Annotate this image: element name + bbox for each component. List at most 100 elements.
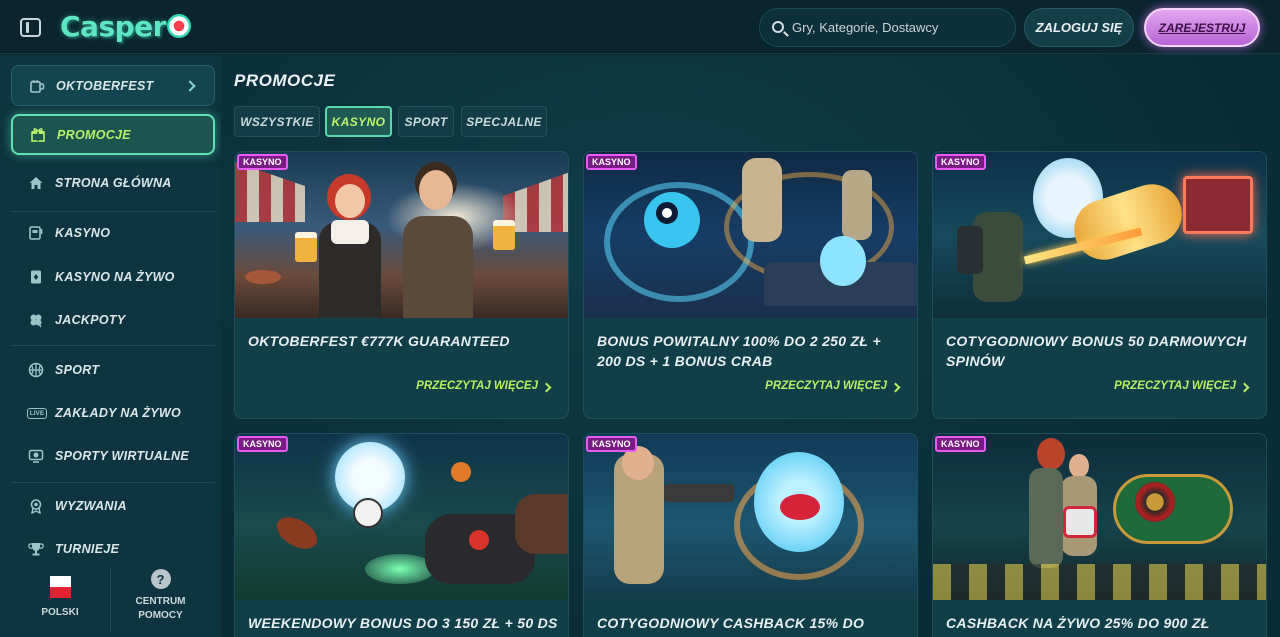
promo-title: BONUS POWITALNY 100% DO 2 250 ZŁ + 200 D…: [597, 333, 881, 369]
register-button[interactable]: ZAREJESTRUJ: [1144, 8, 1260, 47]
sidebar-item-jackpoty[interactable]: JACKPOTY: [11, 300, 215, 340]
promo-title: CASHBACK NA ŻYWO 25% DO 900 ZŁ: [946, 615, 1210, 631]
chevron-right-icon: [184, 79, 196, 92]
ghostbuster-figure: [742, 158, 782, 242]
beer-mug: [295, 232, 317, 262]
promo-image-live-cashback[interactable]: KASYNO: [933, 434, 1266, 600]
login-button[interactable]: ZALOGUJ SIĘ: [1024, 8, 1134, 47]
promo-card[interactable]: KASYNO BONUS POWITALNY 100% DO 2 250 ZŁ …: [583, 151, 918, 419]
woman-face: [335, 184, 365, 218]
help-center-link[interactable]: ? CENTRUM POMOCY: [110, 567, 210, 633]
beer-icon: [29, 78, 45, 94]
sidebar-item-wyzwania[interactable]: WYZWANIA: [11, 486, 215, 526]
slot-machine-icon: [28, 225, 44, 241]
virtual-ball-icon: [28, 448, 44, 464]
badge-icon: [28, 498, 44, 514]
proton-pack: [957, 226, 983, 274]
sidebar-item-label: SPORTY WIRTUALNE: [55, 449, 189, 463]
poland-flag-icon: [49, 576, 71, 598]
logo-ghost-icon: [166, 14, 191, 38]
casper-logo[interactable]: Casper: [60, 10, 191, 44]
proton-gun: [664, 484, 734, 502]
help-center-label-line2: POMOCY: [138, 610, 183, 621]
top-header: Casper ZALOGUJ SIĘ ZAREJESTRUJ: [0, 0, 1280, 54]
read-more-link[interactable]: PRZECZYTAJ WIĘCEJ: [765, 380, 887, 392]
category-badge: KASYNO: [935, 436, 986, 452]
woman-blouse: [331, 220, 369, 244]
category-badge: KASYNO: [237, 154, 288, 170]
sidebar-item-strona-glowna[interactable]: STRONA GŁÓWNA: [11, 163, 215, 203]
sidebar-item-oktoberfest[interactable]: OKTOBERFEST: [11, 65, 215, 106]
promo-title: COTYGODNIOWY CASHBACK 15% DO: [597, 615, 865, 631]
question-icon: ?: [150, 569, 171, 589]
clover-icon: [28, 312, 44, 328]
pretzel-bowl: [245, 270, 281, 284]
sidebar-item-promocje[interactable]: PROMOCJE: [11, 114, 215, 155]
promo-image-welcome-bonus[interactable]: KASYNO: [584, 152, 917, 318]
sidebar-item-sporty-wirtualne[interactable]: SPORTY WIRTUALNE: [11, 436, 215, 476]
card-icon: [28, 269, 44, 285]
sidebar-item-kasyno[interactable]: KASYNO: [11, 213, 215, 253]
roulette-wheel: [1135, 482, 1175, 522]
read-more-link[interactable]: PRZECZYTAJ WIĘCEJ: [416, 380, 538, 392]
logo-text: Casper: [60, 10, 166, 43]
sidebar-item-kasyno-na-zywo[interactable]: KASYNO NA ŻYWO: [11, 257, 215, 297]
basketball-icon: [28, 362, 44, 378]
small-ghost: [820, 236, 866, 286]
sidebar-item-turnieje[interactable]: TURNIEJE: [11, 529, 215, 569]
promo-title: COTYGODNIOWY BONUS 50 DARMOWYCH SPINÓW: [946, 333, 1247, 369]
man-face: [419, 170, 453, 210]
monster-eye: [656, 202, 678, 224]
striped-awning: [235, 162, 305, 222]
sidebar-toggle-icon[interactable]: [20, 18, 41, 37]
promo-card[interactable]: KASYNO WEEKENDOWY BONUS DO 3 150 ZŁ + 50…: [234, 433, 569, 637]
promo-card[interactable]: KASYNO CASHBACK NA ŻYWO 25% DO 900 ZŁ: [932, 433, 1267, 637]
home-icon: [28, 175, 44, 191]
promo-image-free-spins[interactable]: KASYNO: [933, 152, 1266, 318]
sidebar-item-sport[interactable]: SPORT: [11, 350, 215, 390]
american-football: [271, 510, 323, 556]
chevron-right-icon: [1239, 382, 1250, 393]
tab-specjalne[interactable]: SPECJALNE: [461, 106, 547, 137]
sidebar-item-label: KASYNO NA ŻYWO: [55, 270, 175, 284]
woman-figure: [1029, 468, 1063, 568]
sidebar-item-label: OKTOBERFEST: [56, 78, 154, 93]
sidebar-divider: [11, 345, 215, 346]
gift-icon: [30, 127, 46, 143]
beer-mug: [493, 220, 515, 250]
search-bar[interactable]: [759, 8, 1016, 47]
chevron-right-icon: [541, 382, 552, 393]
tab-sport[interactable]: SPORT: [398, 106, 454, 137]
sidebar-divider: [11, 211, 215, 212]
sidebar-item-zaklady-na-zywo[interactable]: LIVE ZAKŁADY NA ŻYWO: [11, 393, 215, 433]
sidebar-item-label: KASYNO: [55, 226, 111, 240]
hand: [515, 494, 568, 554]
promo-card[interactable]: KASYNO COTYGODNIOWY BONUS 50 DARMOWYCH S…: [932, 151, 1267, 419]
search-input[interactable]: [792, 9, 1012, 46]
basketball: [451, 462, 471, 482]
category-badge: KASYNO: [935, 154, 986, 170]
promo-image-weekend-bonus[interactable]: KASYNO: [235, 434, 568, 600]
sidebar-item-label: JACKPOTY: [55, 313, 126, 327]
sidebar-item-label: SPORT: [55, 363, 100, 377]
joystick-button: [469, 530, 489, 550]
promo-card[interactable]: KASYNO COTYGODNIOWY CASHBACK 15% DO: [583, 433, 918, 637]
category-badge: KASYNO: [237, 436, 288, 452]
ghostbuster-face: [1069, 454, 1089, 478]
sidebar-divider: [11, 482, 215, 483]
category-badge: KASYNO: [586, 154, 637, 170]
promotions-main: PROMOCJE WSZYSTKIE KASYNO SPORT SPECJALN…: [221, 55, 1280, 637]
tab-kasyno[interactable]: KASYNO: [325, 106, 392, 137]
live-icon-text: LIVE: [26, 407, 48, 419]
sidebar: OKTOBERFEST PROMOCJE STRONA GŁÓWNA KASYN…: [0, 55, 221, 637]
read-more-link[interactable]: PRZECZYTAJ WIĘCEJ: [1114, 380, 1236, 392]
language-selector[interactable]: POLSKI: [10, 570, 110, 630]
sidebar-item-label: PROMOCJE: [57, 127, 131, 142]
tab-wszystkie[interactable]: WSZYSTKIE: [234, 106, 320, 137]
sidebar-item-label: TURNIEJE: [55, 542, 120, 556]
promo-image-weekly-cashback[interactable]: KASYNO: [584, 434, 917, 600]
promo-card[interactable]: KASYNO OKTOBERFEST €777K GUARANTEED PRZE…: [234, 151, 569, 419]
soccer-ball: [353, 498, 383, 528]
hazard-stripes: [933, 564, 1266, 600]
promo-image-oktoberfest[interactable]: KASYNO: [235, 152, 568, 318]
